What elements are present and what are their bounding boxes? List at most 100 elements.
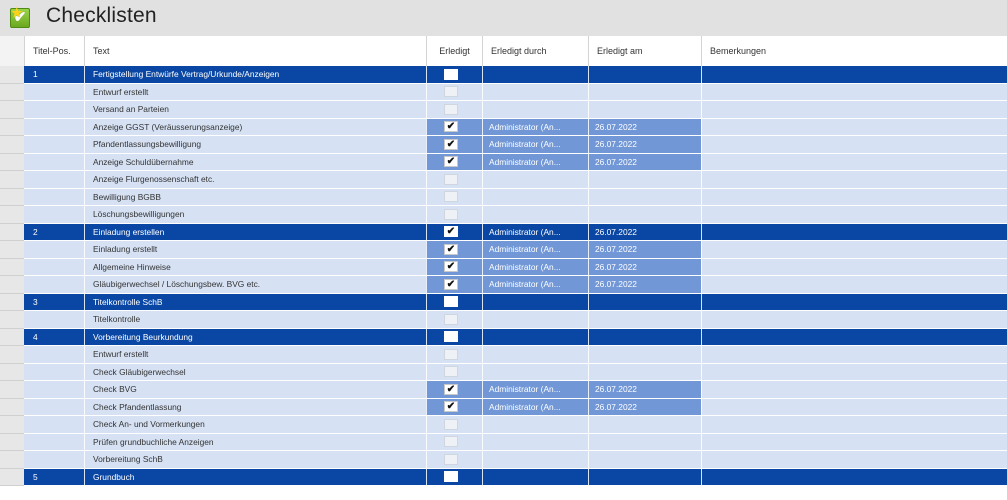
table-row[interactable]: Einladung erstellt ✔ Administrator (An... 2… xyxy=(0,241,1007,259)
done-checkbox[interactable] xyxy=(444,453,458,465)
row-selector[interactable] xyxy=(0,153,24,171)
done-checkbox[interactable]: ✔ xyxy=(444,226,458,237)
row-selector[interactable] xyxy=(0,188,24,206)
cell-remarks[interactable] xyxy=(701,189,1007,206)
row-selector[interactable] xyxy=(0,398,24,416)
group-row[interactable]: 5 Grundbuch xyxy=(0,468,1007,486)
row-selector[interactable] xyxy=(0,258,24,276)
done-checkbox[interactable] xyxy=(444,313,458,325)
done-checkbox[interactable]: ✔ xyxy=(444,278,458,290)
done-checkbox[interactable]: ✔ xyxy=(444,401,458,412)
cell-remarks[interactable] xyxy=(701,329,1007,346)
done-checkbox[interactable]: ✔ xyxy=(444,383,458,395)
table-row[interactable]: Anzeige Flurgenossenschaft etc. xyxy=(0,171,1007,189)
column-header-done-at[interactable]: Erledigt am xyxy=(588,36,701,66)
row-selector[interactable] xyxy=(0,451,24,469)
row-selector[interactable] xyxy=(0,416,24,434)
row-selector[interactable] xyxy=(0,328,24,346)
table-row[interactable]: Check Pfandentlassung ✔ Administrator (An.… xyxy=(0,398,1007,416)
cell-remarks[interactable] xyxy=(701,451,1007,468)
cell-remarks[interactable] xyxy=(701,101,1007,118)
column-header-done-by[interactable]: Erledigt durch xyxy=(482,36,588,66)
done-checkbox[interactable]: ✔ xyxy=(444,243,458,255)
cell-remarks[interactable] xyxy=(701,241,1007,258)
cell-remarks[interactable] xyxy=(701,311,1007,328)
done-checkbox[interactable] xyxy=(444,208,458,220)
cell-remarks[interactable] xyxy=(701,224,1007,241)
group-row[interactable]: 2 Einladung erstellen ✔ Administrator (An..… xyxy=(0,223,1007,241)
cell-remarks[interactable] xyxy=(701,364,1007,381)
done-checkbox[interactable] xyxy=(444,418,458,430)
table-row[interactable]: Entwurf erstellt xyxy=(0,346,1007,364)
column-header-remarks[interactable]: Bemerkungen xyxy=(701,36,1007,66)
group-row[interactable]: 3 Titelkontrolle SchB xyxy=(0,293,1007,311)
column-header-text[interactable]: Text xyxy=(84,36,426,66)
done-checkbox[interactable] xyxy=(444,366,458,377)
table-row[interactable]: Allgemeine Hinweise ✔ Administrator (An...… xyxy=(0,258,1007,276)
column-header-done[interactable]: Erledigt xyxy=(426,36,482,66)
cell-remarks[interactable] xyxy=(701,119,1007,136)
row-selector[interactable] xyxy=(0,241,24,259)
done-checkbox[interactable] xyxy=(444,471,458,482)
table-row[interactable]: Check An- und Vormerkungen xyxy=(0,416,1007,434)
table-row[interactable]: Gläubigerwechsel / Löschungsbew. BVG etc… xyxy=(0,276,1007,294)
table-row[interactable]: Bewilligung BGBB xyxy=(0,188,1007,206)
row-selector[interactable] xyxy=(0,346,24,364)
cell-remarks[interactable] xyxy=(701,206,1007,223)
row-selector[interactable] xyxy=(0,223,24,241)
cell-remarks[interactable] xyxy=(701,171,1007,188)
row-selector[interactable] xyxy=(0,433,24,451)
cell-remarks[interactable] xyxy=(701,294,1007,311)
row-selector[interactable] xyxy=(0,136,24,154)
cell-remarks[interactable] xyxy=(701,84,1007,101)
table-row[interactable]: Pfandentlassungsbewilligung ✔ Administrato… xyxy=(0,136,1007,154)
group-row[interactable]: 1 Fertigstellung Entwürfe Vertrag/Urkunde… xyxy=(0,66,1007,84)
row-selector[interactable] xyxy=(0,468,24,486)
row-selector[interactable] xyxy=(0,118,24,136)
done-checkbox[interactable]: ✔ xyxy=(444,138,458,150)
done-checkbox[interactable] xyxy=(444,86,458,97)
cell-remarks[interactable] xyxy=(701,276,1007,293)
done-checkbox[interactable]: ✔ xyxy=(444,121,458,132)
row-selector[interactable] xyxy=(0,171,24,189)
table-row[interactable]: Titelkontrolle xyxy=(0,311,1007,329)
cell-remarks[interactable] xyxy=(701,136,1007,153)
table-row[interactable]: Check BVG ✔ Administrator (An... 26.07.2022 xyxy=(0,381,1007,399)
cell-remarks[interactable] xyxy=(701,66,1007,83)
row-selector[interactable] xyxy=(0,293,24,311)
table-row[interactable]: Check Gläubigerwechsel xyxy=(0,363,1007,381)
cell-remarks[interactable] xyxy=(701,154,1007,171)
done-checkbox[interactable] xyxy=(444,331,458,342)
row-selector[interactable] xyxy=(0,381,24,399)
row-selector[interactable] xyxy=(0,83,24,101)
cell-remarks[interactable] xyxy=(701,381,1007,398)
done-checkbox[interactable] xyxy=(444,103,458,115)
table-row[interactable]: Vorbereitung SchB xyxy=(0,451,1007,469)
row-selector[interactable] xyxy=(0,276,24,294)
done-checkbox[interactable] xyxy=(444,191,458,202)
table-row[interactable]: Anzeige GGST (Veräusserungsanzeige) ✔ Admi… xyxy=(0,118,1007,136)
row-selector[interactable] xyxy=(0,66,24,84)
done-checkbox[interactable] xyxy=(444,348,458,360)
row-selector[interactable] xyxy=(0,311,24,329)
cell-remarks[interactable] xyxy=(701,416,1007,433)
done-checkbox[interactable] xyxy=(444,173,458,185)
row-selector[interactable] xyxy=(0,363,24,381)
table-row[interactable]: Löschungsbewilligungen xyxy=(0,206,1007,224)
table-row[interactable]: Anzeige Schuldübernahme ✔ Administrator (A… xyxy=(0,153,1007,171)
cell-remarks[interactable] xyxy=(701,434,1007,451)
table-row[interactable]: Entwurf erstellt xyxy=(0,83,1007,101)
done-checkbox[interactable]: ✔ xyxy=(444,156,458,167)
cell-remarks[interactable] xyxy=(701,399,1007,416)
cell-remarks[interactable] xyxy=(701,259,1007,276)
done-checkbox[interactable] xyxy=(444,296,458,307)
done-checkbox[interactable] xyxy=(444,68,458,80)
cell-remarks[interactable] xyxy=(701,346,1007,363)
table-row[interactable]: Versand an Parteien xyxy=(0,101,1007,119)
table-row[interactable]: Prüfen grundbuchliche Anzeigen xyxy=(0,433,1007,451)
row-selector[interactable] xyxy=(0,206,24,224)
cell-remarks[interactable] xyxy=(701,469,1007,486)
group-row[interactable]: 4 Vorbereitung Beurkundung xyxy=(0,328,1007,346)
row-selector[interactable] xyxy=(0,101,24,119)
done-checkbox[interactable]: ✔ xyxy=(444,261,458,272)
